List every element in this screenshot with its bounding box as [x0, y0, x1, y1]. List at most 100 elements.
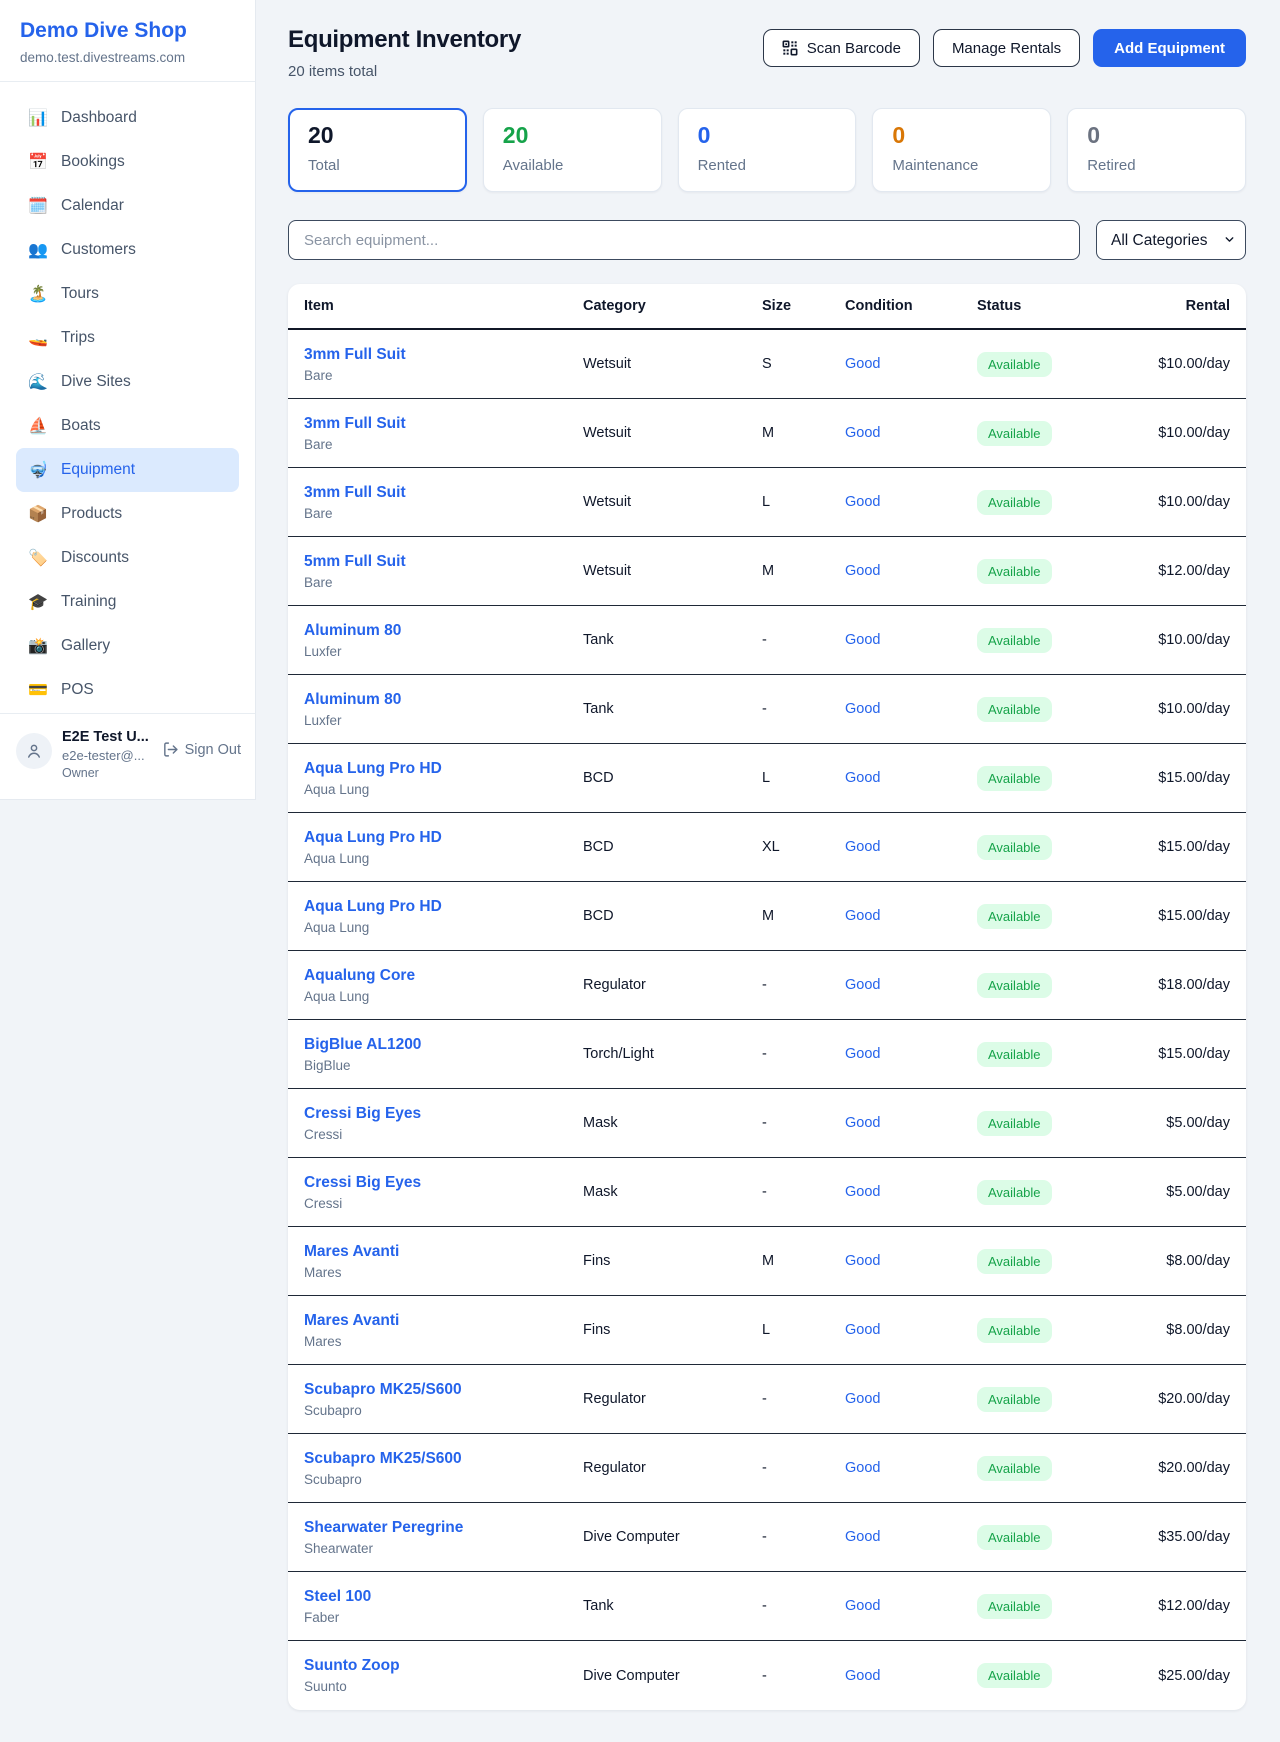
- item-name-link[interactable]: 3mm Full Suit: [304, 415, 583, 433]
- sidebar-item-dive-sites[interactable]: 🌊 Dive Sites: [16, 360, 239, 404]
- condition-cell: Good: [845, 1459, 977, 1477]
- sidebar-item-label: Gallery: [61, 637, 110, 655]
- status-cell: Available: [977, 697, 1134, 722]
- condition-link[interactable]: Good: [845, 1184, 880, 1200]
- condition-link[interactable]: Good: [845, 494, 880, 510]
- item-name-link[interactable]: Mares Avanti: [304, 1312, 583, 1330]
- sidebar-item-training[interactable]: 🎓 Training: [16, 580, 239, 624]
- sidebar-item-calendar[interactable]: 🗓️ Calendar: [16, 184, 239, 228]
- condition-link[interactable]: Good: [845, 908, 880, 924]
- package-icon: 📦: [28, 504, 48, 524]
- stat-label: Total: [308, 157, 447, 174]
- sidebar-item-bookings[interactable]: 📅 Bookings: [16, 140, 239, 184]
- status-cell: Available: [977, 904, 1134, 929]
- sidebar-item-products[interactable]: 📦 Products: [16, 492, 239, 536]
- table-row: Aluminum 80 Luxfer Tank - Good Available…: [288, 606, 1246, 675]
- search-input[interactable]: [288, 220, 1080, 260]
- condition-link[interactable]: Good: [845, 356, 880, 372]
- condition-link[interactable]: Good: [845, 839, 880, 855]
- condition-link[interactable]: Good: [845, 1391, 880, 1407]
- manage-rentals-button[interactable]: Manage Rentals: [933, 29, 1080, 67]
- table-row: 3mm Full Suit Bare Wetsuit M Good Availa…: [288, 399, 1246, 468]
- item-brand: Mares: [304, 1265, 583, 1280]
- sidebar-item-customers[interactable]: 👥 Customers: [16, 228, 239, 272]
- item-name-link[interactable]: Aqua Lung Pro HD: [304, 760, 583, 778]
- stat-label: Rented: [698, 157, 837, 174]
- item-name-link[interactable]: Scubapro MK25/S600: [304, 1381, 583, 1399]
- stat-label: Available: [503, 157, 642, 174]
- item-brand: Shearwater: [304, 1541, 583, 1556]
- condition-link[interactable]: Good: [845, 632, 880, 648]
- item-name-link[interactable]: Aluminum 80: [304, 622, 583, 640]
- item-name-link[interactable]: Cressi Big Eyes: [304, 1105, 583, 1123]
- stat-card[interactable]: 0 Retired: [1067, 108, 1246, 192]
- item-brand: Faber: [304, 1610, 583, 1625]
- stat-value: 0: [1087, 122, 1226, 149]
- condition-link[interactable]: Good: [845, 1046, 880, 1062]
- item-name-link[interactable]: Aqualung Core: [304, 967, 583, 985]
- condition-link[interactable]: Good: [845, 1460, 880, 1476]
- sidebar-item-equipment[interactable]: 🤿 Equipment: [16, 448, 239, 492]
- sidebar-item-discounts[interactable]: 🏷️ Discounts: [16, 536, 239, 580]
- sidebar-item-gallery[interactable]: 📸 Gallery: [16, 624, 239, 668]
- condition-cell: Good: [845, 1528, 977, 1546]
- category-cell: Tank: [583, 701, 762, 717]
- spiral-calendar-icon: 🗓️: [28, 196, 48, 216]
- condition-link[interactable]: Good: [845, 1668, 880, 1684]
- sidebar-item-label: POS: [61, 681, 94, 699]
- item-brand: Bare: [304, 368, 583, 383]
- category-select[interactable]: All Categories: [1096, 220, 1246, 260]
- item-name-link[interactable]: Scubapro MK25/S600: [304, 1450, 583, 1468]
- item-name-link[interactable]: Suunto Zoop: [304, 1657, 583, 1675]
- barcode-scan-icon: [782, 40, 798, 56]
- condition-cell: Good: [845, 1114, 977, 1132]
- item-name-link[interactable]: Mares Avanti: [304, 1243, 583, 1261]
- sidebar-item-dashboard[interactable]: 📊 Dashboard: [16, 96, 239, 140]
- condition-link[interactable]: Good: [845, 425, 880, 441]
- condition-link[interactable]: Good: [845, 1598, 880, 1614]
- item-name-link[interactable]: Aqua Lung Pro HD: [304, 898, 583, 916]
- item-name-link[interactable]: 3mm Full Suit: [304, 346, 583, 364]
- item-name-link[interactable]: Shearwater Peregrine: [304, 1519, 583, 1537]
- table-row: Aqua Lung Pro HD Aqua Lung BCD M Good Av…: [288, 882, 1246, 951]
- item-name-link[interactable]: Cressi Big Eyes: [304, 1174, 583, 1192]
- item-name-link[interactable]: 3mm Full Suit: [304, 484, 583, 502]
- sidebar-item-pos[interactable]: 💳 POS: [16, 668, 239, 712]
- size-cell: -: [762, 701, 845, 717]
- sidebar-item-trips[interactable]: 🚤 Trips: [16, 316, 239, 360]
- condition-link[interactable]: Good: [845, 977, 880, 993]
- item-name-link[interactable]: 5mm Full Suit: [304, 553, 583, 571]
- condition-cell: Good: [845, 769, 977, 787]
- item-name-link[interactable]: BigBlue AL1200: [304, 1036, 583, 1054]
- item-cell: 3mm Full Suit Bare: [304, 484, 583, 521]
- item-name-link[interactable]: Aluminum 80: [304, 691, 583, 709]
- category-cell: BCD: [583, 770, 762, 786]
- condition-link[interactable]: Good: [845, 770, 880, 786]
- scan-barcode-button[interactable]: Scan Barcode: [763, 29, 920, 67]
- condition-link[interactable]: Good: [845, 1115, 880, 1131]
- item-name-link[interactable]: Aqua Lung Pro HD: [304, 829, 583, 847]
- stats-row: 20 Total 20 Available 0 Rented 0 Mainten…: [288, 108, 1246, 192]
- sidebar-item-tours[interactable]: 🏝️ Tours: [16, 272, 239, 316]
- stat-card[interactable]: 20 Total: [288, 108, 467, 192]
- condition-link[interactable]: Good: [845, 1529, 880, 1545]
- sidebar-item-label: Products: [61, 505, 122, 523]
- size-cell: L: [762, 1322, 845, 1338]
- manage-rentals-label: Manage Rentals: [952, 40, 1061, 57]
- condition-link[interactable]: Good: [845, 563, 880, 579]
- condition-link[interactable]: Good: [845, 1253, 880, 1269]
- stat-card[interactable]: 20 Available: [483, 108, 662, 192]
- status-cell: Available: [977, 1318, 1134, 1343]
- sidebar-item-boats[interactable]: ⛵ Boats: [16, 404, 239, 448]
- item-name-link[interactable]: Steel 100: [304, 1588, 583, 1606]
- add-equipment-button[interactable]: Add Equipment: [1093, 29, 1246, 67]
- status-badge: Available: [977, 559, 1052, 584]
- sidebar-item-label: Bookings: [61, 153, 125, 171]
- sign-out-button[interactable]: Sign Out: [162, 741, 241, 758]
- stat-card[interactable]: 0 Rented: [678, 108, 857, 192]
- stat-card[interactable]: 0 Maintenance: [872, 108, 1051, 192]
- camera-icon: 📸: [28, 636, 48, 656]
- item-brand: Mares: [304, 1334, 583, 1349]
- condition-link[interactable]: Good: [845, 1322, 880, 1338]
- condition-link[interactable]: Good: [845, 701, 880, 717]
